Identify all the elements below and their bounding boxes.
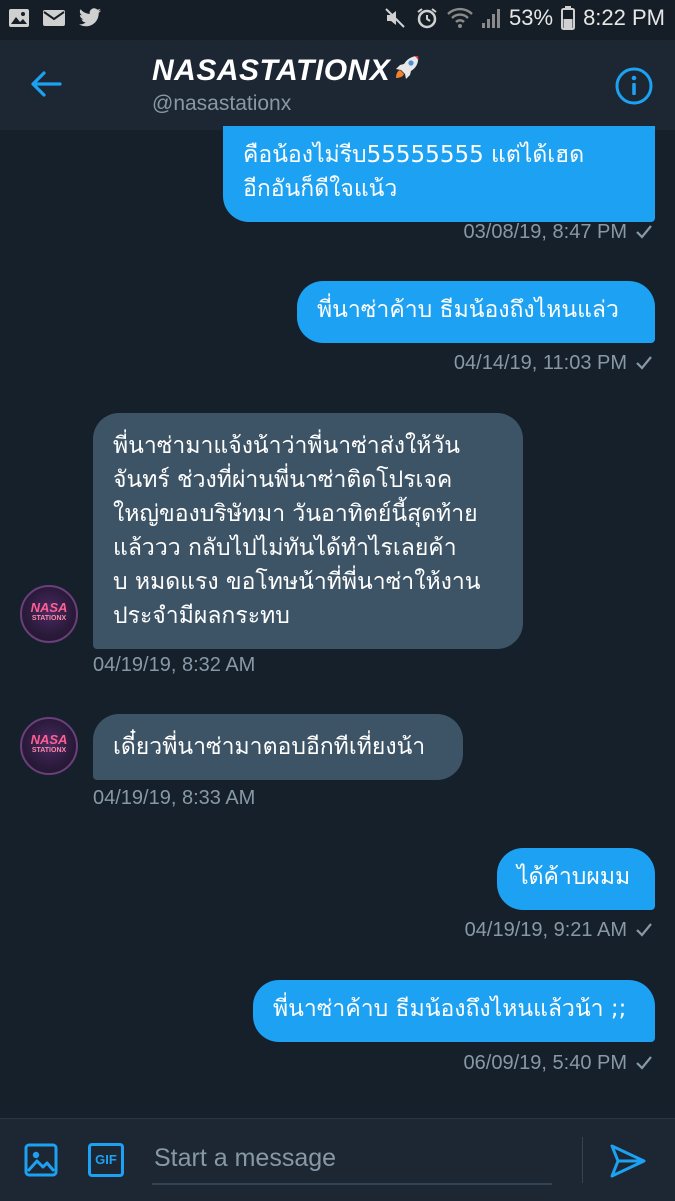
sent-message-bubble[interactable]: คือน้องไม่รีบ55555555 แต่ได้เฮด อีกอันก็… bbox=[223, 126, 655, 222]
checkmark-icon bbox=[636, 1056, 652, 1070]
checkmark-icon bbox=[636, 225, 652, 239]
timestamp-text: 04/14/19, 11:03 PM bbox=[453, 352, 627, 374]
timestamp-text: 04/19/19, 9:21 AM bbox=[464, 919, 627, 941]
avatar-logo-subtext: STATIONX bbox=[31, 747, 67, 754]
timestamp-text: 04/19/19, 8:33 AM bbox=[93, 787, 256, 809]
signal-icon bbox=[482, 9, 501, 28]
mute-icon bbox=[385, 8, 405, 28]
send-icon[interactable] bbox=[608, 1141, 648, 1181]
checkmark-icon bbox=[636, 356, 652, 370]
gif-label: GIF bbox=[95, 1152, 117, 1167]
message-timestamp: 06/09/19, 5:40 PM bbox=[464, 1052, 653, 1075]
status-bar: 53% 8:22 PM bbox=[0, 0, 675, 40]
avatar[interactable]: NASA STATIONX bbox=[20, 717, 78, 775]
conversation-title: NASASTATIONX bbox=[152, 52, 422, 88]
avatar-logo-text: NASA bbox=[30, 600, 68, 615]
image-icon[interactable] bbox=[24, 1143, 58, 1177]
display-name: NASASTATIONX bbox=[152, 54, 391, 87]
alarm-icon bbox=[417, 8, 437, 29]
message-timestamp: 04/19/19, 9:21 AM bbox=[465, 919, 653, 942]
gif-button[interactable]: GIF bbox=[88, 1143, 124, 1177]
avatar[interactable]: NASA STATIONX bbox=[20, 585, 78, 643]
received-message-bubble[interactable]: เดี๋ยวพี่นาซ่ามาตอบอีกทีเที่ยงน้า bbox=[93, 714, 463, 780]
info-icon[interactable] bbox=[614, 66, 654, 106]
battery-percent: 53% bbox=[509, 5, 554, 30]
clock: 8:22 PM bbox=[583, 5, 665, 30]
battery-icon bbox=[561, 6, 576, 30]
rocket-icon bbox=[396, 56, 419, 79]
sent-message-bubble[interactable]: ได้ค้าบผมม bbox=[497, 848, 655, 910]
composer-divider bbox=[582, 1137, 583, 1183]
message-timestamp: 04/19/19, 8:33 AM bbox=[93, 787, 255, 810]
gallery-notification-icon bbox=[9, 9, 29, 27]
mail-notification-icon bbox=[43, 10, 65, 26]
avatar-logo-subtext: STATIONX bbox=[31, 615, 67, 622]
twitter-notification-icon bbox=[79, 8, 101, 27]
sent-message-bubble[interactable]: พี่นาซ่าค้าบ ธีมน้องถึงไหนแล้วน้า ;; bbox=[253, 980, 655, 1042]
wifi-icon bbox=[447, 7, 473, 28]
timestamp-text: 03/08/19, 8:47 PM bbox=[463, 221, 627, 243]
received-message-bubble[interactable]: พี่นาซ่ามาแจ้งน้าว่าพี่นาซ่าส่งให้วัน จั… bbox=[93, 413, 523, 649]
message-input[interactable] bbox=[152, 1133, 552, 1185]
arrow-left-icon[interactable] bbox=[28, 66, 64, 102]
message-timestamp: 03/08/19, 8:47 PM bbox=[464, 221, 653, 244]
timestamp-text: 06/09/19, 5:40 PM bbox=[463, 1052, 627, 1074]
message-timestamp: 04/14/19, 11:03 PM bbox=[454, 352, 653, 375]
conversation-handle: @nasastationx bbox=[152, 92, 292, 115]
avatar-logo-text: NASA bbox=[30, 732, 68, 747]
conversation-header: NASASTATIONX @nasastationx bbox=[0, 40, 675, 130]
message-timestamp: 04/19/19, 8:32 AM bbox=[93, 654, 255, 677]
checkmark-icon bbox=[636, 923, 652, 937]
sent-message-bubble[interactable]: พี่นาซ่าค้าบ ธีมน้องถึงไหนแล่ว bbox=[297, 281, 655, 343]
timestamp-text: 04/19/19, 8:32 AM bbox=[93, 654, 256, 676]
message-composer: GIF bbox=[0, 1118, 675, 1201]
